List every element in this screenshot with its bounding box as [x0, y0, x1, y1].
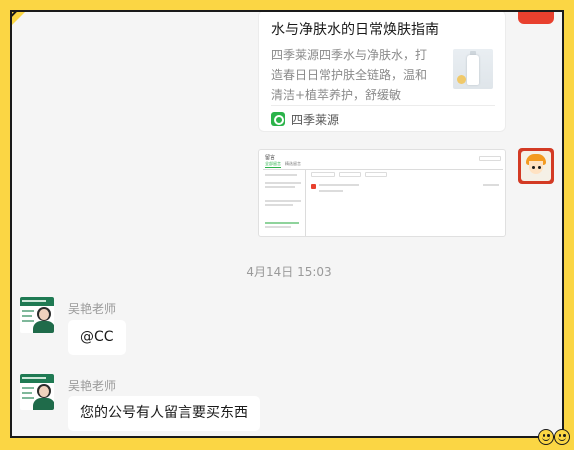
avatar-text-line: [22, 320, 34, 322]
flower-decoration: [457, 75, 466, 84]
avatar-body: [33, 321, 54, 333]
avatar-banner-text: [22, 377, 46, 379]
sender-name: 吴艳老师: [68, 379, 117, 393]
avatar-body: [33, 398, 54, 410]
avatar-text-line: [22, 392, 32, 394]
screenshot-list-highlight: [265, 222, 299, 224]
screenshot-comment-line: [319, 184, 359, 186]
screenshot-tab-all: 全部留言: [265, 161, 281, 168]
sender-avatar[interactable]: [20, 374, 54, 410]
smiley-mouth: [558, 437, 566, 441]
own-avatar-partial[interactable]: [518, 12, 554, 24]
screenshot-list-line: [265, 174, 297, 176]
article-thumbnail: [453, 49, 493, 89]
screenshot-filter-3: [365, 172, 387, 177]
article-link-card[interactable]: 水与净肤水的日常焕肤指南 四季莱源四季水与净肤水，打造春日日常护肤全链路，温和清…: [258, 12, 506, 132]
screenshot-list-line: [265, 226, 291, 228]
avatar-text-line: [22, 387, 34, 389]
smiley-mouth: [542, 437, 550, 441]
avatar-eye: [532, 166, 535, 169]
screenshot-list-line: [265, 204, 293, 206]
sender-avatar[interactable]: [20, 297, 54, 333]
screenshot-actions: [483, 184, 499, 186]
screenshot-filter-2: [339, 172, 361, 177]
chat-window: 水与净肤水的日常焕肤指南 四季莱源四季水与净肤水，打造春日日常护肤全链路，温和清…: [10, 10, 564, 438]
screenshot-vertical-divider: [305, 170, 306, 236]
mini-program-icon: [271, 112, 285, 126]
avatar-text-line: [22, 397, 34, 399]
screenshot-list-line: [265, 200, 301, 202]
article-description: 四季莱源四季水与净肤水，打造春日日常护肤全链路，温和清洁+植萃养护，舒缓敏肌、…: [271, 48, 428, 102]
screenshot-list-line: [265, 186, 295, 188]
screenshot-filter-1: [311, 172, 335, 177]
avatar-text-line: [22, 315, 32, 317]
message-bubble[interactable]: 您的公号有人留言要买东西: [68, 396, 260, 431]
screenshot-image-message[interactable]: 留言 全部留言 精选留言: [258, 149, 506, 237]
smiley-icon: [554, 429, 570, 445]
product-bottle: [467, 55, 479, 85]
message-bubble[interactable]: @CC: [68, 320, 126, 355]
screenshot-divider: [263, 169, 503, 170]
screenshot-comment-line: [319, 190, 343, 192]
article-title: 水与净肤水的日常焕肤指南: [271, 22, 439, 38]
screenshot-avatar: [311, 184, 316, 189]
screenshot-tab-featured: 精选留言: [285, 161, 301, 166]
avatar-text-line: [22, 310, 34, 312]
message-timestamp: 4月14日 15:03: [246, 265, 332, 279]
screenshot-search-box: [479, 156, 501, 161]
card-divider: [271, 105, 495, 106]
avatar-banner-text: [22, 300, 46, 302]
avatar-face: [39, 386, 49, 397]
sender-name: 吴艳老师: [68, 302, 117, 316]
screenshot-header: 留言: [265, 155, 276, 161]
article-source: 四季莱源: [291, 113, 340, 127]
own-avatar[interactable]: [518, 148, 554, 184]
smiley-icon: [538, 429, 554, 445]
avatar-eye: [538, 166, 541, 169]
avatar-face: [39, 309, 49, 320]
screenshot-list-line: [265, 182, 301, 184]
